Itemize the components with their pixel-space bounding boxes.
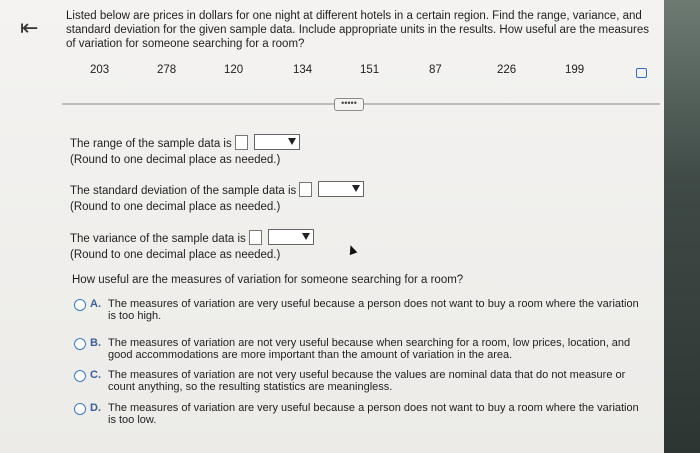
- data-values-row: 203 278 120 134 151 87 226 199: [66, 64, 656, 80]
- background-edge: [664, 0, 700, 453]
- radio-button[interactable]: [74, 338, 86, 350]
- option-letter: B.: [90, 337, 101, 349]
- variance-unit-select[interactable]: [267, 229, 314, 245]
- data-value: 203: [90, 64, 110, 76]
- option-text: The measures of variation are very usefu…: [108, 402, 639, 426]
- data-value: 278: [157, 64, 177, 76]
- back-arrow-icon[interactable]: ⇤: [20, 16, 48, 40]
- radio-button[interactable]: [74, 370, 86, 382]
- dropdown-arrow-icon: [287, 138, 296, 145]
- range-answer: The range of the sample data is (Round t…: [70, 134, 300, 168]
- dropdown-arrow-icon: [352, 185, 361, 192]
- mc-question: How useful are the measures of variation…: [72, 274, 464, 286]
- data-value: 151: [360, 64, 380, 76]
- variance-label: The variance of the sample data is: [70, 233, 246, 245]
- option-text: The measures of variation are very usefu…: [108, 298, 639, 322]
- range-round-note: (Round to one decimal place as needed.): [70, 154, 281, 166]
- data-value: 87: [429, 64, 442, 76]
- std-round-note: (Round to one decimal place as needed.): [70, 201, 281, 213]
- variance-round-note: (Round to one decimal place as needed.): [70, 249, 281, 261]
- expand-more-button[interactable]: •••••: [334, 98, 364, 111]
- radio-button[interactable]: [74, 299, 86, 311]
- option-letter: C.: [90, 369, 101, 381]
- option-letter: D.: [90, 402, 101, 414]
- option-text: The measures of variation are not very u…: [108, 369, 626, 393]
- std-unit-select[interactable]: [318, 181, 365, 197]
- data-value: 226: [497, 64, 517, 76]
- option-text: The measures of variation are not very u…: [108, 337, 631, 361]
- variance-answer: The variance of the sample data is (Roun…: [70, 229, 314, 263]
- variance-input[interactable]: [248, 230, 262, 245]
- copy-data-icon[interactable]: [636, 68, 647, 78]
- data-value: 199: [565, 64, 585, 76]
- option-letter: A.: [90, 298, 101, 310]
- std-input[interactable]: [299, 182, 313, 197]
- range-input[interactable]: [234, 135, 248, 150]
- range-unit-select[interactable]: [253, 134, 300, 150]
- question-text: Listed below are prices in dollars for o…: [66, 10, 650, 50]
- question-page: ⇤ Listed below are prices in dollars for…: [0, 0, 664, 453]
- radio-button[interactable]: [74, 403, 86, 415]
- range-label: The range of the sample data is: [70, 138, 232, 150]
- std-answer: The standard deviation of the sample dat…: [70, 181, 365, 215]
- data-value: 120: [224, 64, 244, 76]
- mouse-cursor-icon: [346, 243, 358, 256]
- dropdown-arrow-icon: [301, 233, 310, 240]
- std-label: The standard deviation of the sample dat…: [70, 185, 297, 197]
- data-value: 134: [293, 64, 313, 76]
